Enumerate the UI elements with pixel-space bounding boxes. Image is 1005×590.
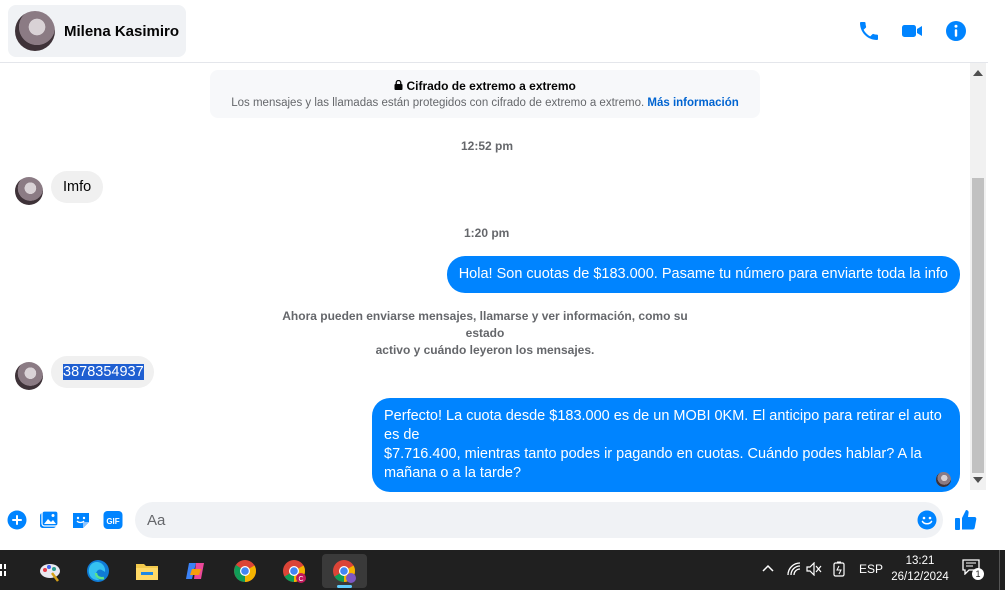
svg-text:C: C	[298, 576, 303, 583]
conversation-header: Milena Kasimiro	[0, 0, 988, 63]
taskbar-app-chrome[interactable]	[225, 554, 265, 588]
chat-scrollbar[interactable]	[970, 63, 986, 490]
taskbar-app-file-explorer[interactable]	[127, 554, 167, 588]
encryption-subtitle: Los mensajes y las llamadas están proteg…	[231, 97, 645, 109]
contact-avatar-small[interactable]	[15, 362, 43, 390]
timestamp: 12:52 pm	[461, 139, 514, 153]
system-clock[interactable]: 13:21 26/12/2024	[888, 553, 952, 585]
phone-icon[interactable]	[857, 19, 881, 43]
incoming-message[interactable]: 3878354937	[51, 356, 154, 388]
encryption-title: Cifrado de extremo a extremo	[406, 79, 576, 93]
message-composer: GIF Aa	[0, 494, 988, 546]
encryption-title-row: Cifrado de extremo a extremo	[210, 79, 760, 93]
notification-count-badge: 1	[972, 568, 984, 580]
lock-icon	[394, 79, 403, 90]
contact-profile-button[interactable]: Milena Kasimiro	[8, 5, 186, 57]
task-view-icon[interactable]	[0, 564, 8, 576]
encryption-notice: Cifrado de extremo a extremo Los mensaje…	[210, 70, 760, 118]
taskbar-app-copilot[interactable]	[176, 554, 216, 588]
scroll-up-arrow[interactable]	[973, 70, 983, 76]
clock-date: 26/12/2024	[891, 571, 949, 583]
emoji-icon[interactable]	[917, 510, 937, 530]
battery-icon[interactable]	[833, 561, 845, 577]
notification-center[interactable]: 1	[962, 559, 986, 581]
contact-name: Milena Kasimiro	[64, 22, 180, 40]
contact-avatar-small[interactable]	[15, 177, 43, 205]
incoming-message[interactable]: Imfo	[51, 171, 104, 203]
clock-time: 13:21	[905, 555, 935, 567]
chevron-up-icon[interactable]	[762, 564, 774, 572]
active-app-indicator	[337, 585, 352, 588]
speaker-muted-icon[interactable]	[806, 562, 822, 576]
folder-icon	[136, 564, 158, 580]
copilot-icon	[186, 563, 204, 579]
edge-icon	[87, 560, 109, 582]
message-line: Perfecto! La cuota desde $183.000 es de …	[384, 408, 942, 443]
message-input-placeholder: Aa	[147, 512, 166, 529]
taskbar-app-chrome-active[interactable]	[322, 554, 367, 588]
windows-taskbar: C ESP 13:21 26/12/2024 1	[0, 550, 1005, 590]
taskbar-app-chrome-profile[interactable]: C	[274, 554, 314, 588]
gif-icon[interactable]: GIF	[103, 510, 123, 530]
taskbar-app-edge[interactable]	[78, 554, 118, 588]
svg-text:GIF: GIF	[106, 517, 119, 526]
wifi-icon[interactable]	[787, 562, 801, 576]
chrome-profile-icon	[333, 560, 356, 583]
message-line: $7.716.400, mientras tanto podes ir paga…	[384, 446, 922, 462]
notice-line-2: activo y cuándo leyeron los mensajes.	[375, 343, 595, 357]
more-info-link[interactable]: Más información	[647, 97, 738, 109]
message-line: mañana o a la tarde?	[384, 465, 522, 481]
chat-status-notice: Ahora pueden enviarse mensajes, llamarse…	[270, 308, 700, 359]
contact-avatar	[15, 11, 55, 51]
timestamp: 1:20 pm	[464, 226, 510, 240]
message-input[interactable]: Aa	[135, 502, 943, 538]
chrome-profile-icon: C	[283, 560, 306, 583]
thumbs-up-icon[interactable]	[954, 508, 978, 532]
seen-receipt-avatar	[936, 472, 951, 487]
notice-line-1: Ahora pueden enviarse mensajes, llamarse…	[282, 309, 688, 340]
photo-icon[interactable]	[39, 510, 59, 530]
selected-phone-number[interactable]: 3878354937	[63, 364, 144, 380]
encryption-subtitle-row: Los mensajes y las llamadas están proteg…	[210, 97, 760, 109]
sticker-icon[interactable]	[71, 510, 91, 530]
scroll-thumb[interactable]	[972, 178, 984, 473]
chrome-icon	[234, 560, 256, 582]
outgoing-message[interactable]: Hola! Son cuotas de $183.000. Pasame tu …	[446, 256, 960, 293]
show-desktop-button[interactable]	[999, 550, 1005, 590]
info-icon[interactable]	[944, 19, 968, 43]
messenger-window: Milena Kasimiro Cifrado de extremo a ext…	[0, 0, 1005, 550]
taskbar-app-paint[interactable]	[30, 554, 70, 588]
language-indicator[interactable]: ESP	[859, 562, 883, 576]
scroll-down-arrow[interactable]	[973, 477, 983, 483]
video-call-icon[interactable]	[900, 19, 924, 43]
outgoing-message[interactable]: Perfecto! La cuota desde $183.000 es de …	[372, 398, 960, 492]
plus-icon[interactable]	[7, 510, 27, 530]
paint-app-icon	[40, 564, 60, 582]
